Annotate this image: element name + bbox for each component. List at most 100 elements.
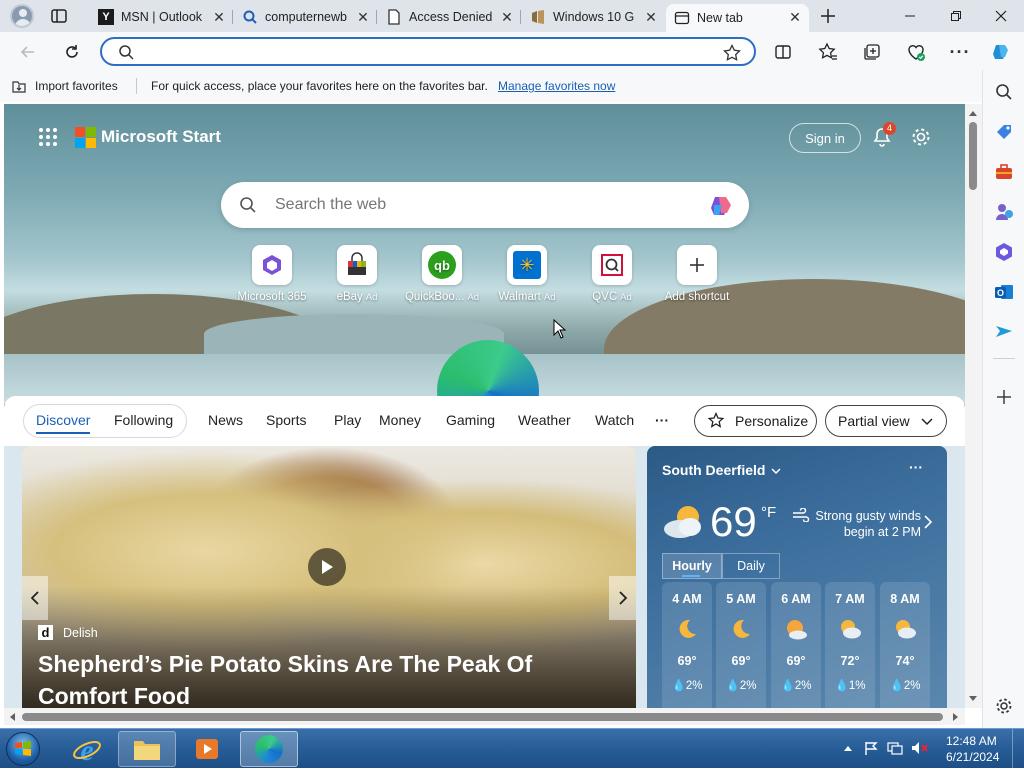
tab-computernewb[interactable]: computernewb ✕ xyxy=(234,4,377,30)
tab-discover[interactable]: Discover xyxy=(36,412,90,428)
shopping-tag-icon[interactable] xyxy=(993,121,1015,143)
add-sidebar-app-icon[interactable] xyxy=(993,386,1015,408)
address-input[interactable] xyxy=(144,43,704,61)
vertical-scroll-thumb[interactable] xyxy=(969,122,977,190)
outlook-icon[interactable]: O xyxy=(993,281,1015,303)
weather-alert[interactable]: Strong gusty winds begin at 2 PM xyxy=(811,508,921,540)
category-money[interactable]: Money xyxy=(379,412,421,428)
tab-following[interactable]: Following xyxy=(114,412,173,428)
taskbar-media-player[interactable] xyxy=(178,731,236,767)
hourly-forecast-item[interactable]: 6 AM 69° 💧2% xyxy=(771,582,821,708)
weather-card[interactable]: South Deerfield ··· 69 °F Strong gusty w… xyxy=(647,446,947,708)
tools-briefcase-icon[interactable] xyxy=(993,161,1015,183)
hourly-forecast-item[interactable]: 4 AM 69° 💧2% xyxy=(662,582,712,708)
category-news[interactable]: News xyxy=(208,412,243,428)
scroll-up-arrow-icon[interactable] xyxy=(968,109,978,117)
play-video-button[interactable] xyxy=(308,548,346,586)
tab-actions-icon[interactable] xyxy=(50,7,68,25)
start-button[interactable] xyxy=(3,730,43,768)
split-screen-icon[interactable] xyxy=(772,41,794,63)
close-tab-icon[interactable]: ✕ xyxy=(787,9,803,25)
horizontal-scroll-thumb[interactable] xyxy=(22,713,943,721)
category-sports[interactable]: Sports xyxy=(266,412,306,428)
personalize-button[interactable]: Personalize xyxy=(694,405,817,437)
weather-location[interactable]: South Deerfield xyxy=(662,462,765,478)
hourly-forecast-item[interactable]: 5 AM 69° 💧2% xyxy=(716,582,766,708)
close-tab-icon[interactable]: ✕ xyxy=(211,9,227,25)
quick-link-quickbooks[interactable]: qb QuickBoo... Ad xyxy=(397,245,487,303)
close-tab-icon[interactable]: ✕ xyxy=(499,9,515,25)
carousel-prev-button[interactable] xyxy=(22,576,48,620)
quick-link-walmart[interactable]: ✳ Walmart Ad xyxy=(482,245,572,303)
tab-windows-10[interactable]: Windows 10 G ✕ xyxy=(522,4,665,30)
close-window-button[interactable] xyxy=(978,0,1024,32)
more-categories-button[interactable]: ··· xyxy=(655,412,669,428)
copilot-search-icon[interactable] xyxy=(708,193,734,219)
category-play[interactable]: Play xyxy=(334,412,361,428)
taskbar-edge[interactable] xyxy=(240,731,298,767)
close-tab-icon[interactable]: ✕ xyxy=(643,9,659,25)
scroll-left-arrow-icon[interactable] xyxy=(8,712,16,722)
hourly-forecast-item[interactable]: 8 AM 74° 💧2% xyxy=(880,582,930,708)
hourly-forecast-item[interactable]: 7 AM 72° 💧1% xyxy=(825,582,875,708)
chevron-right-icon[interactable] xyxy=(923,515,933,529)
chevron-down-icon[interactable] xyxy=(770,465,782,477)
tab-msn-outlook[interactable]: Y MSN | Outlook ✕ xyxy=(90,4,233,30)
favorite-star-icon[interactable] xyxy=(723,44,741,62)
quick-link-qvc[interactable]: QVC Ad xyxy=(567,245,657,303)
scroll-down-arrow-icon[interactable] xyxy=(968,695,978,703)
microsoft-start-title[interactable]: Microsoft Start xyxy=(101,127,221,147)
collections-icon[interactable] xyxy=(861,41,883,63)
category-gaming[interactable]: Gaming xyxy=(446,412,495,428)
more-options-icon[interactable]: ··· xyxy=(949,41,971,63)
quick-link-ebay[interactable]: eBay Ad xyxy=(312,245,402,303)
minimize-button[interactable] xyxy=(887,0,933,32)
send-icon[interactable] xyxy=(993,321,1015,343)
restore-button[interactable] xyxy=(933,0,979,32)
favorites-icon[interactable] xyxy=(817,41,839,63)
tab-new-tab[interactable]: New tab ✕ xyxy=(666,4,809,32)
new-tab-button[interactable] xyxy=(818,6,838,26)
article-card[interactable]: d Delish Shepherd’s Pie Potato Skins Are… xyxy=(22,446,636,708)
back-icon[interactable] xyxy=(17,41,39,63)
tab-access-denied[interactable]: Access Denied ✕ xyxy=(378,4,521,30)
action-center-flag-icon[interactable] xyxy=(864,741,878,755)
address-bar[interactable] xyxy=(100,37,756,66)
add-shortcut-button[interactable]: Add shortcut xyxy=(652,245,742,303)
games-icon[interactable] xyxy=(993,201,1015,223)
settings-gear-icon[interactable] xyxy=(910,126,932,148)
web-search-input[interactable] xyxy=(275,195,695,215)
category-watch[interactable]: Watch xyxy=(595,412,634,428)
carousel-next-button[interactable] xyxy=(609,576,636,620)
scroll-right-arrow-icon[interactable] xyxy=(952,712,960,722)
show-desktop-button[interactable] xyxy=(1012,729,1024,769)
view-mode-dropdown[interactable]: Partial view xyxy=(825,405,947,437)
close-tab-icon[interactable]: ✕ xyxy=(355,9,371,25)
clock-time[interactable]: 12:48 AM xyxy=(946,734,997,748)
microsoft-365-sidebar-icon[interactable] xyxy=(993,241,1015,263)
weather-tab-daily[interactable]: Daily xyxy=(722,553,780,579)
manage-favorites-link[interactable]: Manage favorites now xyxy=(498,79,615,93)
browser-essentials-icon[interactable] xyxy=(905,41,927,63)
clock-date[interactable]: 6/21/2024 xyxy=(946,750,999,764)
sign-in-button[interactable]: Sign in xyxy=(789,123,861,153)
apps-launcher-icon[interactable] xyxy=(38,127,58,147)
taskbar-internet-explorer[interactable]: e xyxy=(58,731,116,767)
refresh-icon[interactable] xyxy=(61,41,83,63)
weather-more-icon[interactable]: ··· xyxy=(909,459,923,475)
sidebar-settings-icon[interactable] xyxy=(993,695,1015,717)
copilot-icon[interactable] xyxy=(990,41,1012,63)
import-favorites-button[interactable]: Import favorites xyxy=(35,79,118,93)
volume-muted-icon[interactable] xyxy=(911,741,929,755)
taskbar-file-explorer[interactable] xyxy=(118,731,176,767)
vertical-scrollbar[interactable] xyxy=(965,104,982,708)
quick-link-microsoft-365[interactable]: Microsoft 365 xyxy=(227,245,317,303)
profile-avatar[interactable] xyxy=(10,4,34,28)
network-icon[interactable] xyxy=(887,741,903,755)
category-weather[interactable]: Weather xyxy=(518,412,571,428)
web-search-box[interactable] xyxy=(221,182,749,228)
show-hidden-icons-icon[interactable] xyxy=(843,744,853,752)
sidebar-search-icon[interactable] xyxy=(993,81,1015,103)
horizontal-scrollbar[interactable] xyxy=(4,708,965,725)
article-headline[interactable]: Shepherd’s Pie Potato Skins Are The Peak… xyxy=(38,648,628,708)
